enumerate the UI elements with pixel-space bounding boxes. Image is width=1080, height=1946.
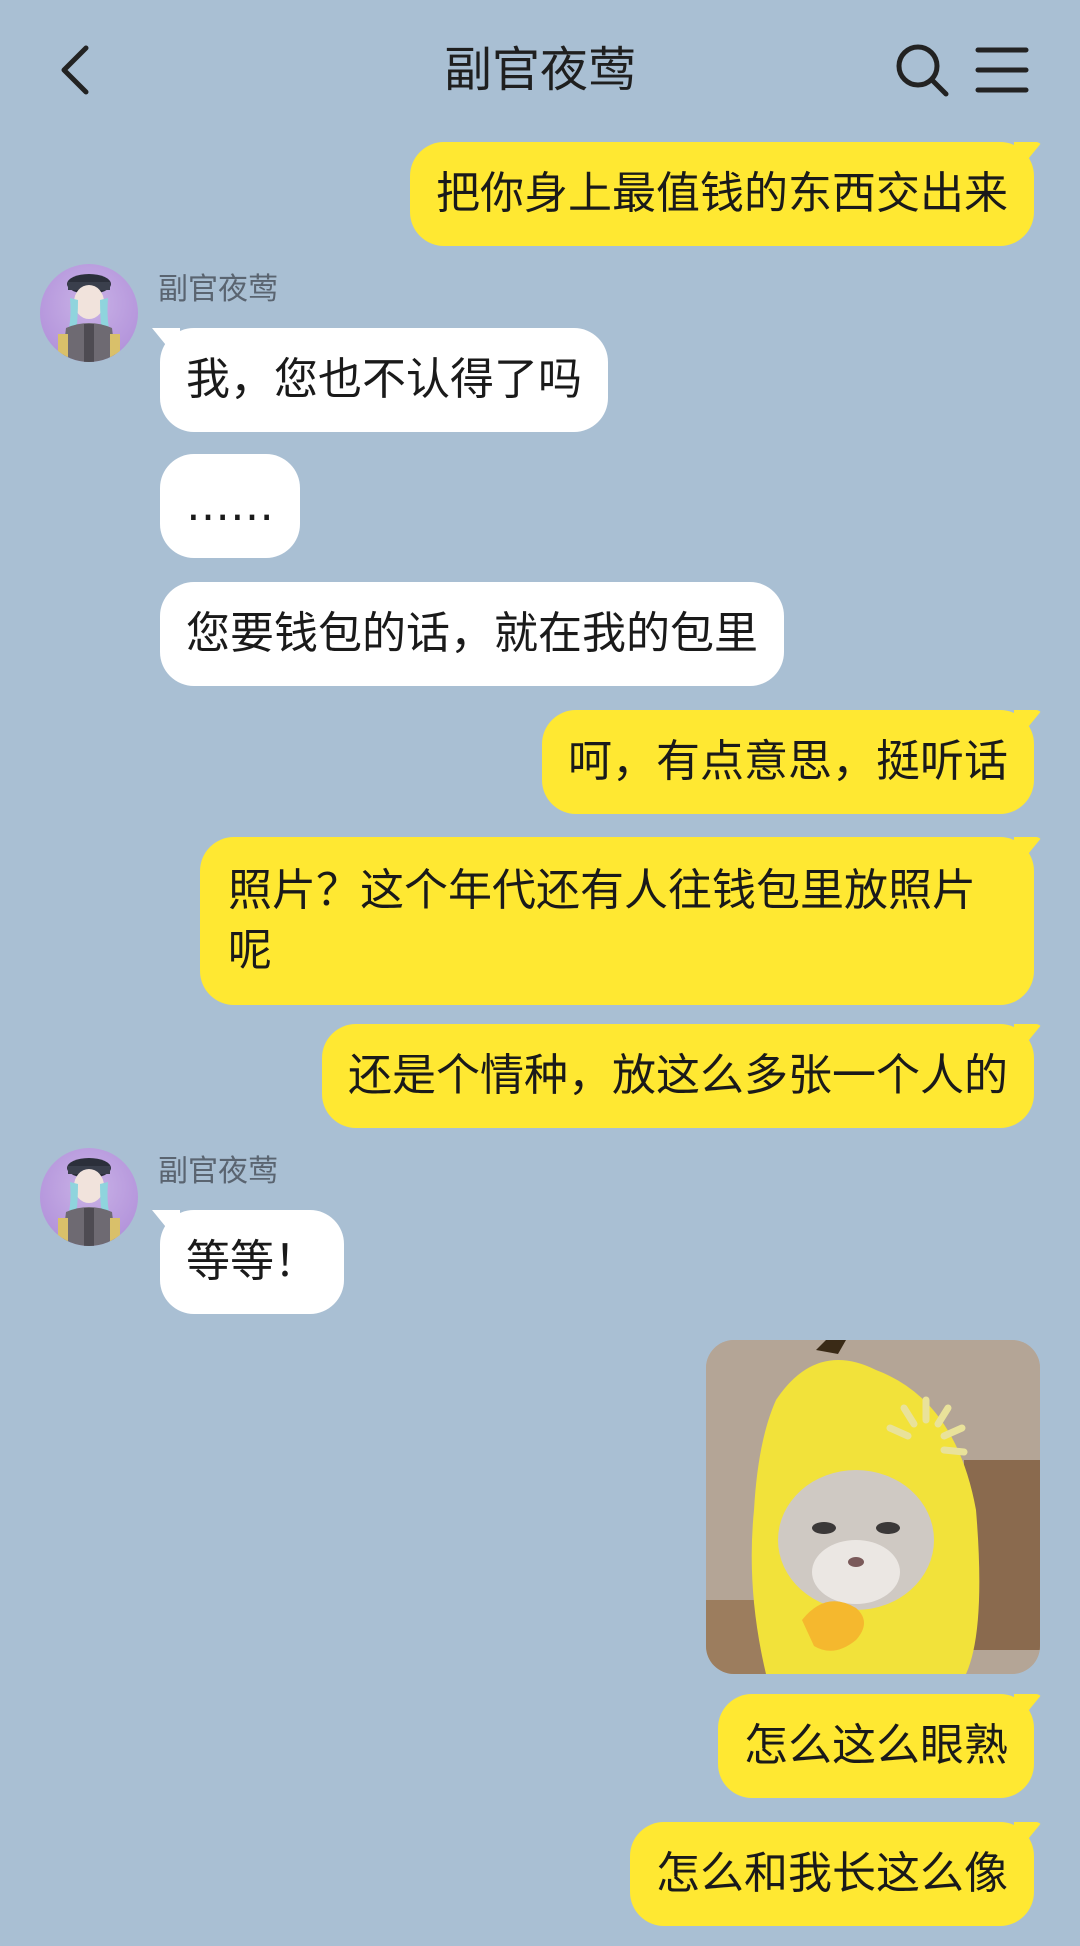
message-text: 怎么这么眼熟 [744, 1720, 1008, 1771]
avatar-portrait-icon [58, 1158, 120, 1246]
message-text: 照片？这个年代还有人往钱包里放照片呢 [228, 865, 976, 976]
message-bubble-outgoing[interactable]: 怎么这么眼熟 [718, 1694, 1034, 1798]
sender-name: 副官夜莺 [158, 1154, 278, 1189]
banana-cat-sticker-image [706, 1340, 1040, 1674]
message-bubble-outgoing[interactable]: 照片？这个年代还有人往钱包里放照片呢 [200, 837, 1034, 1005]
message-text: 我，您也不认得了吗 [186, 354, 582, 405]
contact-avatar[interactable] [40, 1148, 138, 1246]
message-bubble-outgoing[interactable]: 把你身上最值钱的东西交出来 [410, 142, 1034, 246]
contact-avatar[interactable] [40, 264, 138, 362]
message-text: 呵，有点意思，挺听话 [568, 736, 1008, 787]
message-text: 您要钱包的话，就在我的包里 [186, 608, 758, 659]
message-text: 还是个情种，放这么多张一个人的 [348, 1050, 1008, 1101]
avatar-portrait-icon [58, 274, 120, 362]
message-bubble-outgoing[interactable]: 呵，有点意思，挺听话 [542, 710, 1034, 814]
message-bubble-incoming[interactable]: 等等！ [160, 1210, 344, 1314]
message-bubble-incoming[interactable]: 我，您也不认得了吗 [160, 328, 608, 432]
message-bubble-incoming[interactable]: …… [160, 454, 300, 558]
search-icon[interactable] [892, 40, 952, 100]
message-text: …… [186, 480, 274, 531]
message-bubble-outgoing[interactable]: 怎么和我长这么像 [630, 1822, 1034, 1926]
sender-name: 副官夜莺 [158, 272, 278, 307]
message-text: 等等！ [186, 1236, 318, 1287]
banana-cat-sticker[interactable] [706, 1340, 1040, 1674]
message-text: 怎么和我长这么像 [656, 1848, 1008, 1899]
hamburger-menu-icon[interactable] [972, 42, 1032, 98]
message-bubble-incoming[interactable]: 您要钱包的话，就在我的包里 [160, 582, 784, 686]
message-bubble-outgoing[interactable]: 还是个情种，放这么多张一个人的 [322, 1024, 1034, 1128]
message-text: 把你身上最值钱的东西交出来 [436, 168, 1008, 219]
chat-header: 副官夜莺 [0, 0, 1080, 140]
